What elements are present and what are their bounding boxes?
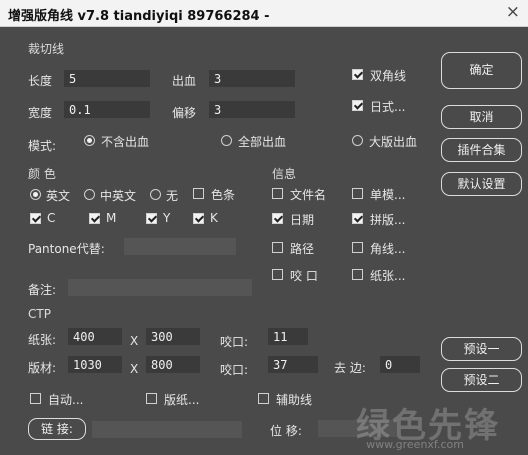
info-grip-checkbox[interactable] xyxy=(272,269,283,280)
width-label: 宽度 xyxy=(28,106,53,120)
double-corner-checkbox[interactable] xyxy=(352,69,363,80)
guide-checkbox[interactable] xyxy=(258,393,269,404)
japanese-checkbox[interactable] xyxy=(352,100,363,111)
ctp-trim-label: 去 边: xyxy=(334,361,366,375)
mode-radio-all-bleed[interactable] xyxy=(221,135,232,146)
ctp-paper-width-input[interactable]: 400 xyxy=(68,328,122,345)
note-input[interactable] xyxy=(68,279,252,296)
info-impose-label: 拼版... xyxy=(370,213,406,227)
lang-radio-bilingual[interactable] xyxy=(84,189,95,200)
japanese-label: 日式... xyxy=(370,100,406,114)
ctp-plate-height-input[interactable]: 800 xyxy=(146,356,200,373)
info-impose-checkbox[interactable] xyxy=(352,213,363,224)
offset-input[interactable]: 3 xyxy=(209,101,295,118)
color-strip-label: 色条 xyxy=(211,188,236,202)
mode-label: 模式: xyxy=(28,139,57,153)
info-paper-checkbox[interactable] xyxy=(352,269,363,280)
ctp-grip-label: 咬口: xyxy=(220,335,249,349)
plate-paper-label: 版纸... xyxy=(164,393,200,407)
ctp-grip-input[interactable]: 11 xyxy=(268,328,308,345)
mode-all-bleed-label: 全部出血 xyxy=(238,135,287,149)
info-date-label: 日期 xyxy=(290,213,315,227)
channel-c-checkbox[interactable] xyxy=(30,213,41,224)
title-bar: 增强版角线 v7.8 tiandiyiqi 89766284 - × xyxy=(0,0,528,27)
info-single-label: 单模... xyxy=(370,188,406,202)
cancel-button[interactable]: 取消 xyxy=(441,105,522,129)
plugins-button[interactable]: 插件合集 xyxy=(441,138,522,162)
section-color: 颜 色 xyxy=(28,167,56,181)
channel-k-checkbox[interactable] xyxy=(193,213,204,224)
info-single-checkbox[interactable] xyxy=(352,188,363,199)
channel-y-checkbox[interactable] xyxy=(146,213,157,224)
lang-none-label: 无 xyxy=(166,189,179,203)
info-filename-checkbox[interactable] xyxy=(272,188,283,199)
ctp-trim-input[interactable]: 0 xyxy=(380,356,420,373)
close-icon[interactable]: × xyxy=(506,2,520,22)
channel-c-label: C xyxy=(47,211,56,225)
length-label: 长度 xyxy=(28,74,53,88)
ctp-paper-height-input[interactable]: 300 xyxy=(146,328,200,345)
width-input[interactable]: 0.1 xyxy=(64,101,150,118)
channel-m-checkbox[interactable] xyxy=(89,213,100,224)
channel-k-label: K xyxy=(210,211,218,225)
pantone-input[interactable] xyxy=(124,238,236,255)
bleed-label: 出血 xyxy=(172,74,197,88)
link-button[interactable]: 链 接: xyxy=(28,418,86,440)
info-date-checkbox[interactable] xyxy=(272,213,283,224)
ctp-grip2-input[interactable]: 37 xyxy=(268,356,318,373)
info-paper-label: 纸张... xyxy=(370,269,406,283)
ok-button[interactable]: 确定 xyxy=(441,52,522,89)
ctp-plate-width-input[interactable]: 1030 xyxy=(68,356,122,373)
ctp-grip2-label: 咬口: xyxy=(220,363,249,377)
mode-radio-sheet-bleed[interactable] xyxy=(352,135,363,146)
pantone-label: Pantone代替: xyxy=(28,242,105,256)
bleed-input[interactable]: 3 xyxy=(209,70,295,87)
mode-radio-no-bleed[interactable] xyxy=(84,135,95,146)
link-input[interactable] xyxy=(92,421,242,438)
info-path-checkbox[interactable] xyxy=(272,242,283,253)
window-title: 增强版角线 v7.8 tiandiyiqi 89766284 - xyxy=(8,9,270,24)
color-strip-checkbox[interactable] xyxy=(193,188,204,199)
defaults-button[interactable]: 默认设置 xyxy=(441,172,522,196)
move-label: 位 移: xyxy=(270,424,302,438)
info-grip-label: 咬 口 xyxy=(290,269,318,283)
info-corner-label: 角线... xyxy=(370,242,406,256)
auto-checkbox[interactable] xyxy=(30,393,41,404)
offset-label: 偏移 xyxy=(172,106,197,120)
double-corner-label: 双角线 xyxy=(370,69,407,83)
note-label: 备注: xyxy=(28,283,57,297)
lang-radio-english[interactable] xyxy=(30,189,41,200)
info-filename-label: 文件名 xyxy=(290,188,327,202)
section-ctp: CTP xyxy=(28,307,51,321)
lang-radio-none[interactable] xyxy=(150,189,161,200)
section-cut: 裁切线 xyxy=(28,42,65,56)
mode-no-bleed-label: 不含出血 xyxy=(101,135,150,149)
preset-two-button[interactable]: 预设二 xyxy=(441,368,522,392)
preset-one-button[interactable]: 预设一 xyxy=(441,337,522,361)
ctp-plate-x: X xyxy=(130,362,139,376)
channel-y-label: Y xyxy=(163,211,171,225)
watermark-url: www.greenxf.com xyxy=(366,438,464,451)
info-corner-checkbox[interactable] xyxy=(352,242,363,253)
lang-english-label: 英文 xyxy=(46,189,71,203)
channel-m-label: M xyxy=(106,211,117,225)
plate-paper-checkbox[interactable] xyxy=(146,393,157,404)
guide-label: 辅助线 xyxy=(276,393,313,407)
ctp-paper-x: X xyxy=(130,334,139,348)
ctp-plate-label: 版材: xyxy=(28,361,57,375)
mode-sheet-bleed-label: 大版出血 xyxy=(369,135,418,149)
auto-label: 自动... xyxy=(48,393,84,407)
ctp-paper-label: 纸张: xyxy=(28,333,57,347)
info-path-label: 路径 xyxy=(290,242,315,256)
section-info: 信息 xyxy=(272,167,297,181)
lang-bilingual-label: 中英文 xyxy=(100,189,137,203)
length-input[interactable]: 5 xyxy=(64,70,150,87)
